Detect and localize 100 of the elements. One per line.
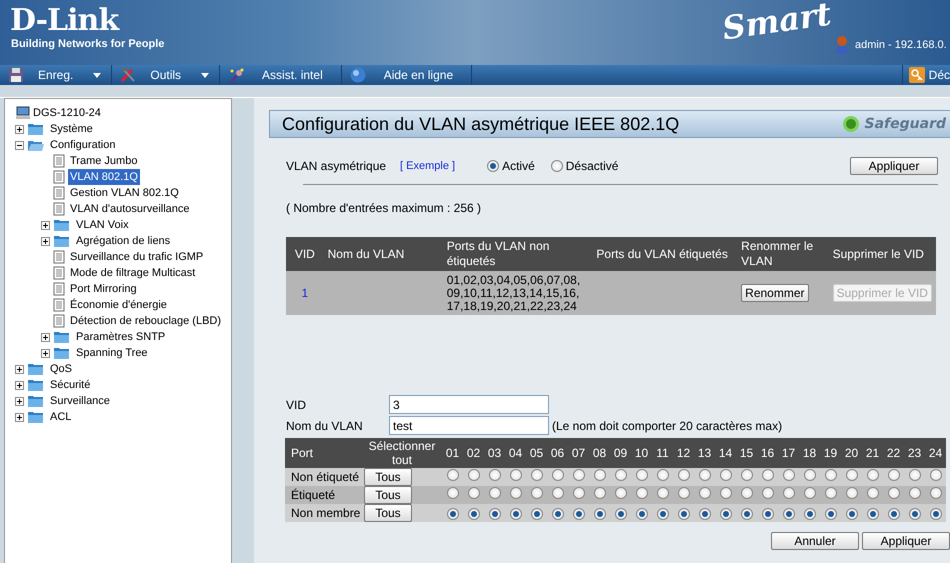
radio-button[interactable] [930,508,942,520]
radio-button[interactable] [678,487,690,499]
radio-button[interactable] [824,487,836,499]
tree-item[interactable]: Spanning Tree [74,344,150,362]
tree-item[interactable]: Paramètres SNTP [74,328,168,346]
expand-toggle-icon[interactable] [15,396,24,406]
tree-item[interactable]: Économie d'énergie [68,296,169,314]
radio-button[interactable] [782,487,794,499]
radio-button[interactable] [614,469,626,481]
vid-link[interactable]: 1 [301,286,308,300]
tree-item[interactable]: Système [48,120,95,138]
radio-button[interactable] [530,508,542,520]
select-all-button[interactable]: Tous [364,486,412,504]
form-button[interactable]: Appliquer [862,532,950,550]
radio-button[interactable] [487,160,500,172]
tree-item[interactable]: Mode de filtrage Multicast [68,264,198,282]
radio-button[interactable] [636,508,648,520]
tree-item[interactable]: VLAN d'autosurveillance [68,200,192,218]
example-link[interactable]: [ Exemple ] [400,158,456,174]
tree-item[interactable]: Gestion VLAN 802.1Q [68,184,181,202]
expand-toggle-icon[interactable] [41,220,50,230]
tree-item[interactable]: VLAN Voix [74,216,131,234]
radio-button[interactable] [720,508,732,520]
radio-button[interactable] [846,508,858,520]
radio-button[interactable] [488,508,500,520]
radio-button[interactable] [762,487,774,499]
tree-item[interactable]: QoS [48,360,74,378]
radio-button[interactable] [488,469,500,481]
radio-button[interactable] [720,487,732,499]
radio-button[interactable] [846,469,858,481]
radio-button[interactable] [804,469,816,481]
radio-button[interactable] [446,487,458,499]
tree-item[interactable]: Détection de rebouclage (LBD) [68,312,224,330]
radio-button[interactable] [488,487,500,499]
radio-button[interactable] [552,487,564,499]
radio-button[interactable] [446,469,458,481]
radio-button[interactable] [656,469,668,481]
expand-toggle-icon[interactable] [15,412,24,422]
tree-item[interactable]: Trame Jumbo [68,152,140,170]
tree-item[interactable]: Agrégation de liens [74,232,172,250]
radio-button[interactable] [572,508,584,520]
radio-button[interactable] [782,508,794,520]
radio-button[interactable] [552,469,564,481]
radio-button[interactable] [846,487,858,499]
radio-button[interactable] [762,508,774,520]
radio-button[interactable] [888,508,900,520]
radio-button[interactable] [866,508,878,520]
toolbar-button[interactable]: Aide en ligne [342,65,472,85]
tree-root[interactable]: DGS-1210-24 [31,104,103,122]
expand-toggle-icon[interactable] [41,236,50,246]
radio-button[interactable] [824,469,836,481]
radio-button[interactable] [530,487,542,499]
collapse-toggle-icon[interactable] [15,140,24,150]
radio-button[interactable] [762,469,774,481]
radio-button[interactable] [888,469,900,481]
radio-button[interactable] [572,469,584,481]
radio-button[interactable] [782,469,794,481]
radio-button[interactable] [888,487,900,499]
radio-button[interactable] [468,487,480,499]
radio-button[interactable] [720,469,732,481]
radio-button[interactable] [614,487,626,499]
radio-button[interactable] [740,469,752,481]
radio-button[interactable] [804,508,816,520]
radio-button[interactable] [804,487,816,499]
expand-toggle-icon[interactable] [15,380,24,390]
radio-button[interactable] [530,469,542,481]
logout-button[interactable]: Déc [902,65,950,85]
radio-button[interactable] [468,508,480,520]
radio-button[interactable] [866,487,878,499]
radio-button[interactable] [510,469,522,481]
radio-button[interactable] [636,469,648,481]
expand-toggle-icon[interactable] [15,124,24,134]
rename-button[interactable]: Renommer [741,284,809,302]
radio-button[interactable] [614,508,626,520]
tree-item[interactable]: Surveillance du trafic IGMP [68,248,206,266]
expand-toggle-icon[interactable] [41,332,50,342]
tree-item[interactable]: VLAN 802.1Q [68,168,140,186]
radio-button[interactable] [594,487,606,499]
radio-button[interactable] [698,508,710,520]
radio-button[interactable] [698,469,710,481]
radio-button[interactable] [594,508,606,520]
select-all-button[interactable]: Tous [364,468,412,486]
tree-item[interactable]: Configuration [48,136,118,154]
expand-toggle-icon[interactable] [41,348,50,358]
radio-button[interactable] [824,508,836,520]
radio-button[interactable] [510,508,522,520]
radio-button[interactable] [468,469,480,481]
toolbar-button[interactable]: Enreg. [0,65,112,85]
radio-button[interactable] [908,487,920,499]
radio-button[interactable] [656,487,668,499]
tree-item[interactable]: Surveillance [48,392,112,410]
tree-item[interactable]: ACL [48,408,74,426]
radio-button[interactable] [446,508,458,520]
radio-button[interactable] [698,487,710,499]
radio-button[interactable] [594,469,606,481]
radio-button[interactable] [678,508,690,520]
select-all-button[interactable]: Tous [364,504,412,522]
radio-button[interactable] [930,487,942,499]
radio-button[interactable] [636,487,648,499]
radio-button[interactable] [552,508,564,520]
